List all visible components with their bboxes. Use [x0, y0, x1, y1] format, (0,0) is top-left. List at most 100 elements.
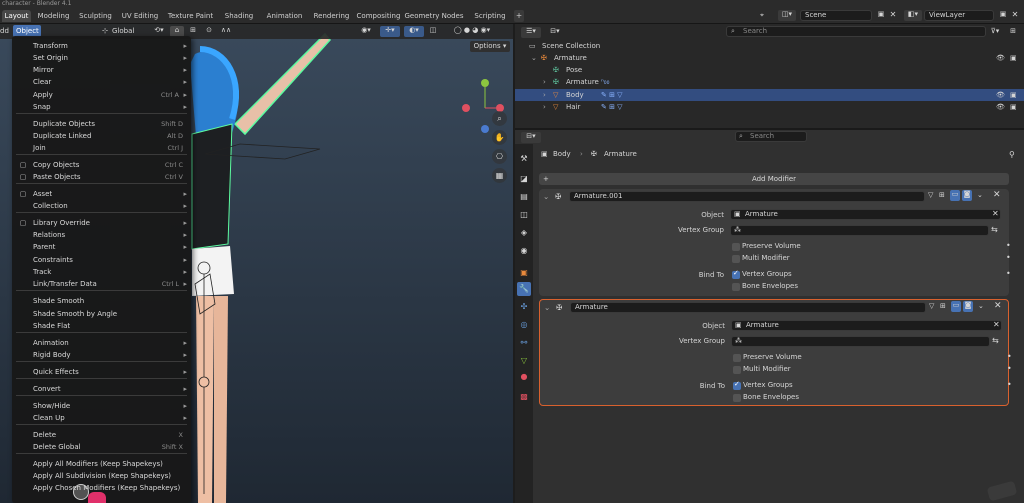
outliner-row-pose[interactable]: ✠ Pose — [515, 64, 1024, 76]
collapse-chevron-icon[interactable]: ⌄ — [543, 192, 549, 201]
menu-item-collection[interactable]: Collection ▸ — [12, 200, 191, 212]
chevron-right-icon[interactable]: › — [543, 101, 546, 113]
render-camera-icon[interactable]: ▣ — [1010, 52, 1017, 64]
render-camera-icon[interactable]: ▣ — [1010, 89, 1017, 101]
tab-modeling[interactable]: Modeling — [34, 10, 73, 22]
viewport-toggle-icon[interactable]: ▭ — [951, 301, 961, 312]
properties-editor-type-icon[interactable]: ⊟▾ — [521, 132, 541, 143]
add-modifier-button[interactable]: + Add Modifier — [539, 173, 1009, 185]
invert-vertex-group-icon[interactable]: ⇆ — [992, 336, 999, 345]
texture-tab-icon[interactable]: ▩ — [517, 390, 531, 404]
modifier-dropdown-icon[interactable]: ⌄ — [978, 302, 984, 310]
object-field[interactable]: Armature — [730, 209, 1001, 220]
menu-item-track[interactable]: Track ▸ — [12, 266, 191, 278]
ortho-grid-icon[interactable]: ▦ — [492, 168, 507, 183]
modifier-panel[interactable]: ⌄ ✠ Armature ▽ ⊞ ▭ ◙ ⌄ ✕ Object Armature ▣ ✕ Vertex G… — [539, 299, 1012, 406]
outliner-row-scene-collection[interactable]: ▭ Scene Collection — [515, 40, 1024, 52]
menu-item-clear[interactable]: Clear ▸ — [12, 76, 191, 88]
menu-item-join[interactable]: Join Ctrl J — [12, 142, 191, 154]
menu-item-asset[interactable]: ▢ Asset ▸ — [12, 188, 191, 200]
bone-envelopes-checkbox[interactable] — [732, 283, 740, 291]
output-tab-icon[interactable]: ▤ — [517, 190, 531, 204]
gizmo-toggle-icon[interactable]: ✛▾ — [380, 26, 400, 37]
menu-item-clean-up[interactable]: Clean Up ▸ — [12, 412, 191, 424]
falloff-icon[interactable]: ∧∧ — [216, 26, 236, 37]
visibility-eye-icon[interactable]: 👁 — [996, 89, 1005, 101]
vertex-groups-checkbox[interactable] — [732, 269, 740, 279]
menu-item-quick-effects[interactable]: Quick Effects ▸ — [12, 366, 191, 378]
tab-shading[interactable]: Shading — [219, 10, 259, 22]
zoom-icon[interactable]: ⌕ — [492, 111, 507, 126]
pan-hand-icon[interactable]: ✋ — [492, 130, 507, 145]
overlay-toggle-icon[interactable]: ◐▾ — [404, 26, 424, 37]
chevron-down-icon[interactable]: ⌄ — [531, 52, 537, 64]
modifier-name-field[interactable]: Armature — [570, 302, 926, 313]
menu-item-convert[interactable]: Convert ▸ — [12, 383, 191, 395]
menu-item-snap[interactable]: Snap ▸ — [12, 101, 191, 113]
camera-view-icon[interactable]: ⎔ — [492, 149, 507, 164]
tab-compositing[interactable]: Compositing — [356, 10, 401, 22]
preserve-volume-checkbox[interactable] — [732, 243, 740, 251]
object-tab-icon[interactable]: ▣ — [517, 266, 531, 280]
constraints-tab-icon[interactable]: ⚯ — [517, 336, 531, 350]
render-tab-icon[interactable]: ◪ — [517, 172, 531, 186]
scene-selector-icon[interactable]: ◫▾ — [778, 10, 796, 21]
clear-object-icon[interactable]: ✕ — [993, 320, 1000, 329]
cage-toggle-icon[interactable]: ⊞ — [939, 191, 945, 199]
outliner-row-armature[interactable]: › ✠ Armature ⁿ₀₀ — [515, 76, 1024, 88]
menu-item-parent[interactable]: Parent ▸ — [12, 241, 191, 253]
menu-item-set-origin[interactable]: Set Origin ▸ — [12, 52, 191, 64]
shading-mode-icons[interactable]: ◯ ● ◕ ◉▾ — [444, 26, 500, 37]
data-tab-icon[interactable]: ▽ — [517, 354, 531, 368]
editor-type-icon[interactable]: ☰▾ — [521, 27, 541, 38]
menu-item-shade-smooth-by-angle[interactable]: Shade Smooth by Angle — [12, 308, 191, 320]
menu-item-animation[interactable]: Animation ▸ — [12, 337, 191, 349]
pin-icon[interactable]: ⚲ — [1009, 150, 1015, 159]
physics-tab-icon[interactable]: ◎ — [517, 318, 531, 332]
decorator-dot[interactable]: • — [1007, 380, 1012, 389]
decorator-dot[interactable]: • — [1006, 241, 1011, 250]
modifiers-tab-icon[interactable]: 🔧 — [517, 282, 531, 296]
pin-scene-icon[interactable]: ⌖ — [760, 10, 770, 21]
invert-vertex-group-icon[interactable]: ⇆ — [991, 225, 998, 234]
delete-view-layer-icon[interactable]: ✕ — [1010, 10, 1020, 21]
menu-item-delete[interactable]: Delete X — [12, 429, 191, 441]
scene-tab-icon[interactable]: ◈ — [517, 226, 531, 240]
viewport-toggle-icon[interactable]: ▭ — [950, 190, 960, 201]
tab-animation[interactable]: Animation — [262, 10, 307, 22]
world-tab-icon[interactable]: ◉ — [517, 244, 531, 258]
menu-item-duplicate-objects[interactable]: Duplicate Objects Shift D — [12, 118, 191, 130]
material-tab-icon[interactable]: ● — [517, 370, 531, 384]
menu-item-transform[interactable]: Transform ▸ — [12, 40, 191, 52]
options-dropdown[interactable]: Options ▾ — [470, 41, 510, 52]
remove-modifier-icon[interactable]: ✕ — [993, 190, 1001, 200]
multi-modifier-checkbox[interactable] — [732, 255, 740, 263]
menu-item-library-override[interactable]: ▢ Library Override ▸ — [12, 217, 191, 229]
preserve-volume-checkbox[interactable] — [733, 354, 741, 362]
chevron-right-icon[interactable]: › — [543, 76, 546, 88]
menu-item-constraints[interactable]: Constraints ▸ — [12, 254, 191, 266]
menu-item-shade-flat[interactable]: Shade Flat — [12, 320, 191, 332]
scene-name-field[interactable]: Scene — [800, 10, 872, 21]
add-workspace-button[interactable]: + — [514, 10, 524, 22]
outliner-row-armature[interactable]: ⌄ ✠ Armature 👁 ▣ — [515, 52, 1024, 64]
outliner-row-hair[interactable]: › ▽ Hair 👁 ▣ ✎ ⊞ ▽ — [515, 101, 1024, 113]
xray-icon[interactable]: ◫ — [428, 26, 438, 37]
decorator-dot[interactable]: • — [1007, 352, 1012, 361]
remove-modifier-icon[interactable]: ✕ — [994, 301, 1002, 311]
menu-item-relations[interactable]: Relations ▸ — [12, 229, 191, 241]
outliner-search-input[interactable]: Search — [726, 26, 986, 37]
edit-mode-toggle-icon[interactable]: ▽ — [929, 302, 934, 310]
visibility-eye-icon[interactable]: 👁 — [996, 52, 1005, 64]
new-view-layer-icon[interactable]: ▣ — [998, 10, 1008, 21]
render-camera-icon[interactable]: ▣ — [1010, 101, 1017, 113]
decorator-dot[interactable]: • — [1007, 364, 1012, 373]
modifier-name-field[interactable]: Armature.001 — [569, 191, 925, 202]
view-layer-tab-icon[interactable]: ◫ — [517, 208, 531, 222]
menu-item-apply[interactable]: Apply Ctrl A ▸ — [12, 89, 191, 101]
menu-item-link-transfer-data[interactable]: Link/Transfer Data Ctrl L ▸ — [12, 278, 191, 290]
tab-rendering[interactable]: Rendering — [310, 10, 353, 22]
render-toggle-icon[interactable]: ◙ — [962, 190, 972, 201]
properties-search-input[interactable]: Search — [735, 131, 807, 142]
bone-envelopes-checkbox[interactable] — [733, 394, 741, 402]
